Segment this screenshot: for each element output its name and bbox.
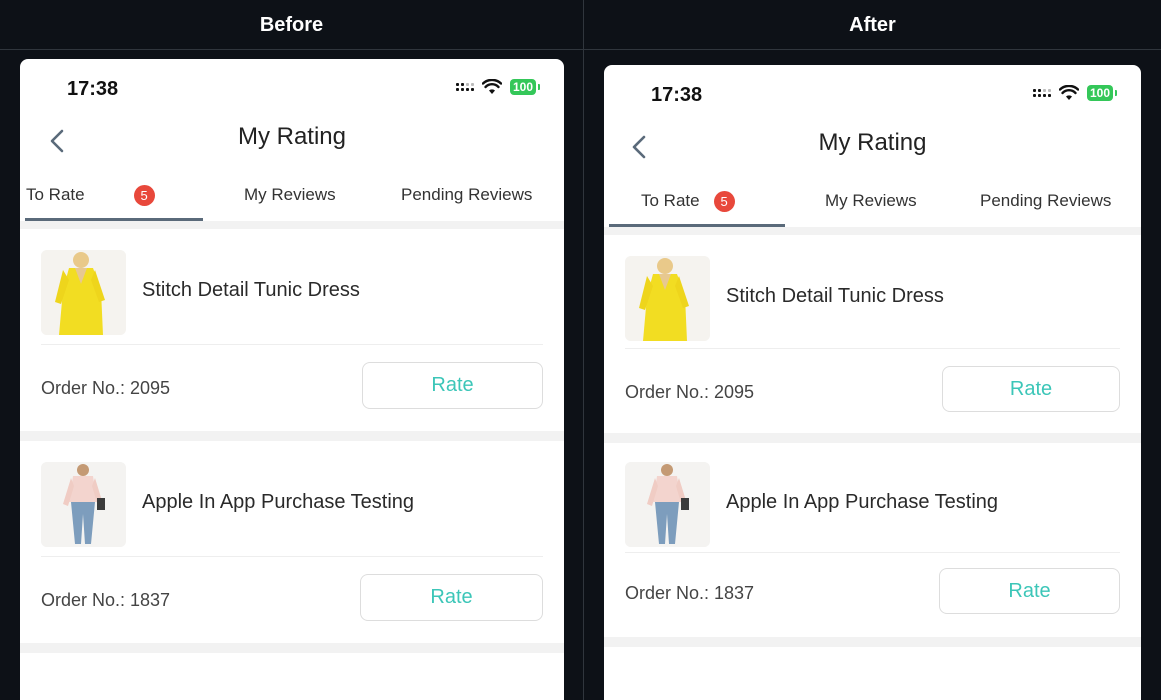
product-row[interactable]: Stitch Detail Tunic Dress [625,235,1120,349]
order-row: Order No.: 1837 Rate [625,553,1120,637]
pink-jacket-outfit-image [41,462,126,547]
rate-button[interactable]: Rate [362,362,543,409]
product-name: Stitch Detail Tunic Dress [726,285,944,307]
product-thumbnail [625,462,710,547]
order-row: Order No.: 1837 Rate [41,557,543,643]
tab-pending-reviews[interactable]: Pending Reviews [401,173,532,221]
product-card: Apple In App Purchase Testing Order No.:… [604,443,1141,647]
status-icons: 100 [1032,85,1118,101]
product-thumbnail [41,462,126,547]
nav-bar: My Rating [604,121,1141,179]
page-title: My Rating [818,129,927,156]
product-name: Apple In App Purchase Testing [726,491,999,513]
rate-button[interactable]: Rate [942,366,1120,412]
phone-screen-after: 17:38 100 My Rating To Rate 5 My Reviews … [604,65,1141,700]
tab-label: To Rate [641,191,700,210]
page-title: My Rating [237,123,347,150]
product-row[interactable]: Apple In App Purchase Testing [41,441,543,557]
battery-indicator: 100 [509,79,541,95]
active-tab-indicator [25,218,203,221]
before-label: Before [259,14,324,36]
product-card: Stitch Detail Tunic Dress Order No.: 209… [604,235,1141,443]
product-name: Apple In App Purchase Testing [142,491,415,513]
order-number: Order No.: 2095 [625,382,755,402]
wifi-icon [1058,85,1079,100]
yellow-dress-image [625,256,710,341]
product-card: Stitch Detail Tunic Dress Order No.: 209… [20,229,564,441]
nav-bar: My Rating [20,115,564,173]
tab-pending-reviews[interactable]: Pending Reviews [980,179,1111,227]
tab-my-reviews[interactable]: My Reviews [825,179,917,227]
wifi-icon [481,79,502,94]
status-bar: 17:38 100 [20,59,564,115]
product-row[interactable]: Stitch Detail Tunic Dress [41,229,543,345]
order-number: Order No.: 1837 [41,590,171,610]
cellular-signal-icon [455,83,474,91]
rate-button[interactable]: Rate [939,568,1120,614]
order-number: Order No.: 1837 [625,583,755,603]
tab-bar: To Rate 5 My Reviews Pending Reviews [604,179,1141,235]
tab-bar: To Rate 5 My Reviews Pending Reviews [20,173,564,229]
tab-label: To Rate [26,185,85,204]
active-tab-indicator [609,224,785,227]
status-time: 17:38 [651,84,703,106]
count-badge: 5 [713,191,735,213]
pink-jacket-outfit-image [625,462,710,547]
phone-screen-before: 17:38 100 My Rating To Rate 5 My Reviews … [20,59,564,700]
product-thumbnail [625,256,710,341]
battery-indicator: 100 [1086,85,1118,101]
tab-my-reviews[interactable]: My Reviews [244,173,336,221]
status-icons: 100 [455,79,541,95]
tab-to-rate[interactable]: To Rate 5 [641,179,735,227]
product-row[interactable]: Apple In App Purchase Testing [625,443,1120,553]
status-bar: 17:38 100 [604,65,1141,121]
product-thumbnail [41,250,126,335]
tab-to-rate[interactable]: To Rate 5 [26,173,155,221]
column-divider [583,0,584,700]
order-row: Order No.: 2095 Rate [41,345,543,431]
order-number: Order No.: 2095 [41,378,171,398]
count-badge: 5 [133,185,155,207]
product-card: Apple In App Purchase Testing Order No.:… [20,441,564,653]
yellow-dress-image [41,250,126,335]
after-label: After [849,14,896,36]
product-name: Stitch Detail Tunic Dress [142,279,360,301]
status-time: 17:38 [67,78,119,100]
cellular-signal-icon [1032,89,1051,97]
rate-button[interactable]: Rate [360,574,543,621]
order-row: Order No.: 2095 Rate [625,349,1120,433]
